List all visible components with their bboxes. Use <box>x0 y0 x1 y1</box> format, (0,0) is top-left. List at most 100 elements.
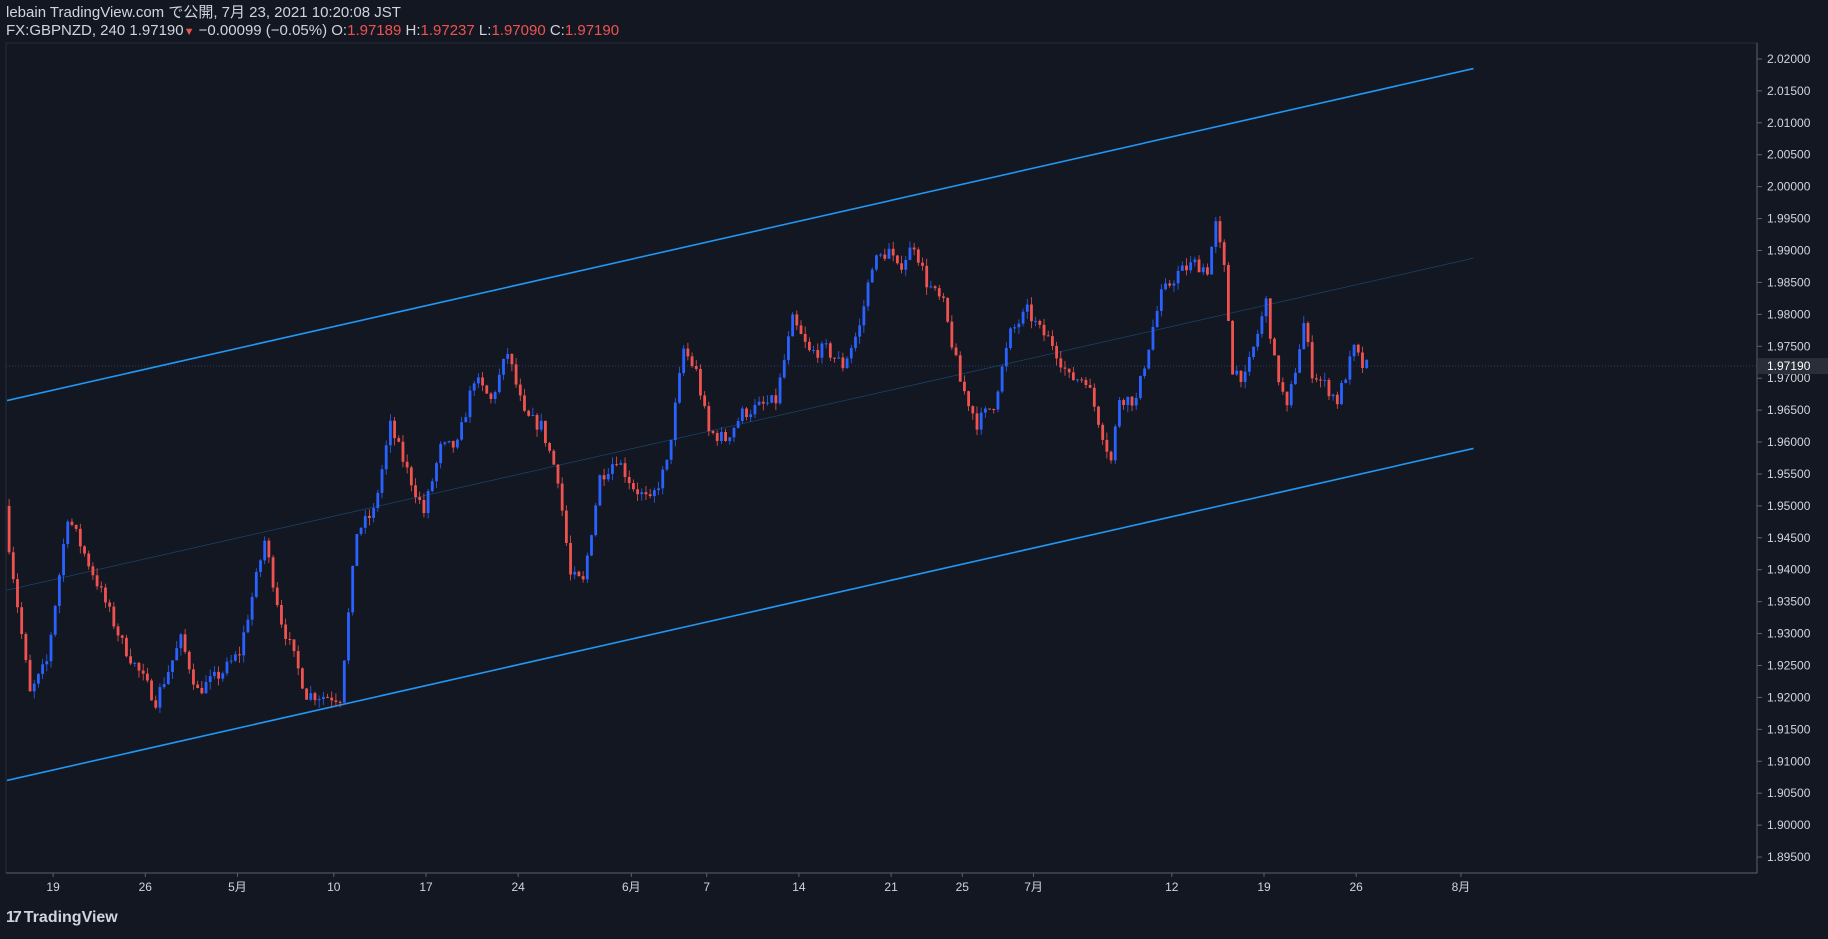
candle-body <box>942 296 945 298</box>
candle-body <box>606 473 610 480</box>
x-tick-label: 19 <box>46 880 60 894</box>
candle-body <box>1067 368 1071 373</box>
y-tick-label: 1.93500 <box>1767 595 1811 609</box>
candle-body <box>300 668 304 689</box>
candle-body <box>1143 368 1146 376</box>
candle-body <box>200 688 204 694</box>
candle-body <box>342 660 346 703</box>
candle-body <box>368 515 371 518</box>
y-tick-label: 1.97500 <box>1767 339 1811 353</box>
candle-body <box>954 347 958 356</box>
candle-body <box>179 634 183 649</box>
candle-body <box>619 463 623 465</box>
candle-body <box>1138 375 1142 398</box>
candle-body <box>648 494 652 497</box>
candle-body <box>53 605 57 635</box>
y-tick-label: 1.95000 <box>1767 499 1811 513</box>
candle-body <box>866 282 870 307</box>
x-tick-label: 7 <box>703 880 710 894</box>
candle-body <box>288 639 292 641</box>
candle-body <box>715 433 719 442</box>
candle-body <box>1344 379 1348 383</box>
candle-body <box>577 571 581 577</box>
candle-body <box>816 350 820 358</box>
candle-body <box>1113 426 1117 461</box>
candle-body <box>284 624 288 640</box>
candle-body <box>774 395 778 404</box>
candle-body <box>447 440 451 443</box>
y-tick-label: 2.01000 <box>1767 116 1811 130</box>
x-tick-label: 7月 <box>1024 880 1043 894</box>
candle-body <box>933 286 937 289</box>
candle-body <box>338 701 342 703</box>
candle-body <box>481 377 484 386</box>
candle-body <box>162 684 166 688</box>
candle-body <box>296 651 300 669</box>
candle-body <box>430 481 434 492</box>
candle-body <box>1335 394 1339 405</box>
candle-body <box>1109 451 1113 461</box>
y-tick-label: 1.91500 <box>1767 722 1811 736</box>
candle-body <box>523 395 526 411</box>
x-tick-label: 24 <box>512 880 526 894</box>
candle-body <box>104 587 107 603</box>
candle-body <box>1176 270 1180 284</box>
candle-body <box>213 671 216 677</box>
candle-body <box>1352 344 1356 357</box>
candle-body <box>133 662 137 664</box>
candle-body <box>963 381 966 392</box>
candle-body <box>99 586 103 588</box>
candle-body <box>66 521 70 545</box>
candle-body <box>464 417 468 423</box>
channel-lower-line <box>6 447 1474 782</box>
candle-body <box>1088 385 1092 388</box>
candle-body <box>1059 358 1063 368</box>
candle-body <box>895 255 899 264</box>
candle-body <box>1189 262 1193 271</box>
candle-body <box>1206 267 1209 275</box>
y-tick-label: 2.01500 <box>1767 84 1811 98</box>
candle-body <box>1151 326 1155 350</box>
candle-body <box>992 408 996 410</box>
candle-body <box>91 566 95 576</box>
candle-body <box>1092 387 1096 407</box>
candle-body <box>120 635 124 638</box>
candle-body <box>1260 316 1264 334</box>
candle-body <box>351 565 355 613</box>
candle-body <box>1004 348 1008 367</box>
candle-body <box>1076 379 1079 381</box>
candle-body <box>317 699 321 701</box>
candle-body <box>1247 357 1251 372</box>
y-tick-label: 1.90500 <box>1767 786 1811 800</box>
candle-body <box>778 377 782 404</box>
candle-body <box>1130 396 1134 406</box>
candle-body <box>736 421 740 428</box>
candle-body <box>1222 242 1226 265</box>
candle-body <box>1071 372 1075 381</box>
candle-body <box>1239 370 1243 382</box>
candle-body <box>451 440 455 448</box>
candle-body <box>267 540 271 558</box>
candle-body <box>841 357 845 369</box>
candle-body <box>686 348 690 357</box>
candle-body <box>1289 384 1293 406</box>
candle-body <box>1302 323 1306 350</box>
candle-body <box>845 358 849 369</box>
candle-body <box>196 684 200 689</box>
candle-body <box>221 673 225 679</box>
candle-body <box>669 439 673 460</box>
candle-body <box>1105 439 1109 452</box>
x-tick-label: 19 <box>1257 880 1271 894</box>
candle-body <box>640 492 644 495</box>
candle-body <box>1319 379 1322 381</box>
candle-body <box>233 654 237 661</box>
candle-body <box>556 464 560 484</box>
candle-body <box>129 656 133 664</box>
last-price-label: 1.97190 <box>1767 359 1811 373</box>
candle-body <box>1025 304 1029 312</box>
candle-body <box>45 661 49 665</box>
price-chart[interactable]: 2.02000 2.01500 2.01000 2.00500 2.00000 1.995… <box>0 0 1828 939</box>
candle-body <box>1252 346 1255 358</box>
candle-body <box>590 535 593 556</box>
candle-body <box>1126 396 1130 406</box>
